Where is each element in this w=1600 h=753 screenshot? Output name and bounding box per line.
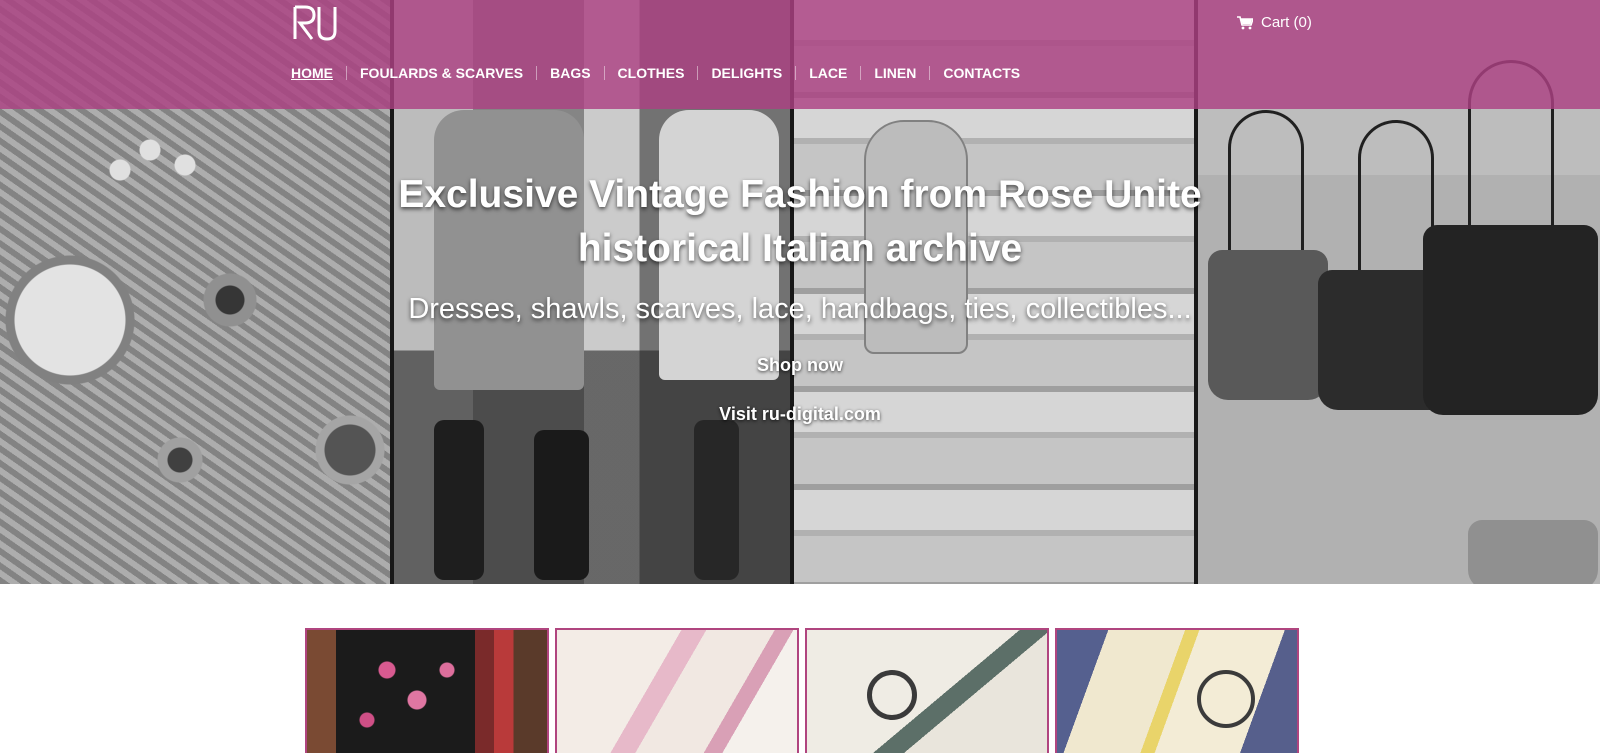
cart-label: Cart (0) — [1261, 14, 1312, 31]
shop-now-link[interactable]: Shop now — [340, 355, 1260, 376]
category-thumbnails — [305, 628, 1299, 753]
site-logo[interactable]: RU — [292, 3, 338, 41]
nav-item-home[interactable]: HOME — [291, 65, 333, 81]
nav-separator — [860, 66, 862, 80]
thumbnail-scarf-pink[interactable] — [555, 628, 799, 753]
hero-subline: Dresses, shawls, scarves, lace, handbags… — [408, 293, 1192, 325]
logo-mark — [293, 5, 337, 41]
site-header: RU Cart (0) HOME FOULARDS & SCARVES BAGS… — [0, 0, 1600, 109]
nav-item-delights[interactable]: DELIGHTS — [711, 65, 782, 81]
nav-item-lace[interactable]: LACE — [809, 65, 847, 81]
hero-headline: Exclusive Vintage Fashion from Rose Unit… — [398, 173, 1202, 270]
nav-separator — [929, 66, 931, 80]
cart-link[interactable]: Cart (0) — [1237, 14, 1312, 31]
visit-site-link[interactable]: Visit ru-digital.com — [340, 404, 1260, 425]
nav-item-linen[interactable]: LINEN — [874, 65, 916, 81]
shopping-cart-icon — [1237, 15, 1253, 30]
nav-separator — [697, 66, 699, 80]
thumbnail-clothes[interactable] — [305, 628, 549, 753]
nav-item-bags[interactable]: BAGS — [550, 65, 590, 81]
thumbnail-scarf-bicycle[interactable] — [1055, 628, 1299, 753]
nav-separator — [536, 66, 538, 80]
nav-separator — [346, 66, 347, 80]
thumbnail-scarf-keys[interactable] — [805, 628, 1049, 753]
nav-item-foulards-scarves[interactable]: FOULARDS & SCARVES — [360, 65, 523, 81]
hero-content: Exclusive Vintage Fashion from Rose Unit… — [340, 168, 1260, 425]
nav-separator — [603, 66, 605, 80]
main-nav: HOME FOULARDS & SCARVES BAGS CLOTHES DEL… — [291, 65, 1020, 81]
nav-separator — [795, 66, 797, 80]
nav-item-clothes[interactable]: CLOTHES — [618, 65, 685, 81]
nav-item-contacts[interactable]: CONTACTS — [943, 65, 1020, 81]
